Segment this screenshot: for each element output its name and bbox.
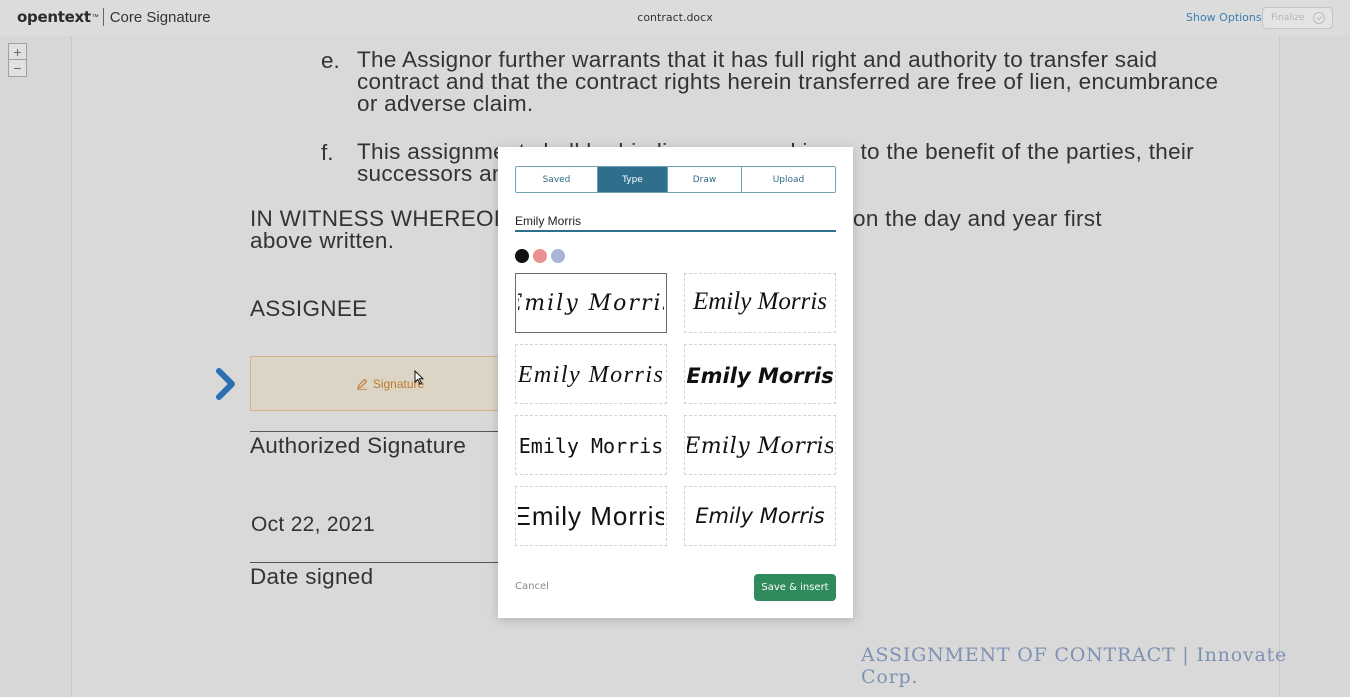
color-swatch-black[interactable] [515, 249, 529, 263]
color-swatch-lavender[interactable] [551, 249, 565, 263]
signature-name-input[interactable] [515, 211, 836, 232]
color-swatches [515, 249, 569, 263]
signature-preview-text: Emily Morris [519, 434, 664, 458]
signature-preview: Emily Morris [519, 434, 664, 458]
cancel-button[interactable]: Cancel [515, 581, 549, 592]
signature-preview-text: Emily Morris [518, 362, 664, 388]
save-insert-button[interactable]: Save & insert [754, 574, 836, 601]
signature-preview-text: Emily Morris [518, 291, 664, 316]
signature-option[interactable]: Emily Morris [515, 415, 667, 475]
signature-option[interactable]: Emily Morris [684, 344, 836, 404]
tab-saved[interactable]: Saved [516, 167, 598, 192]
tab-type[interactable]: Type [598, 167, 668, 192]
signature-preview: Emily Morris [518, 362, 664, 388]
signature-option[interactable]: Emily Morris [684, 486, 836, 546]
signature-option[interactable]: Emily Morris [515, 486, 667, 546]
signature-preview-text: Emily Morris [518, 501, 664, 531]
tab-draw[interactable]: Draw [668, 167, 742, 192]
signature-preview-text: Emily Morris [695, 504, 825, 528]
signature-option[interactable]: Emily Morris [684, 415, 836, 475]
signature-preview-text: Emily Morris [687, 434, 833, 459]
tab-upload[interactable]: Upload [742, 167, 835, 192]
signature-preview: Emily Morris [687, 364, 833, 388]
signature-tabs: Saved Type Draw Upload [515, 166, 836, 193]
signature-preview: Emily Morris [518, 501, 664, 531]
signature-preview: Emily Morris [518, 291, 664, 316]
signature-preview: Emily Morris [692, 288, 827, 315]
signature-preview-text: Emily Morris [692, 288, 827, 315]
signature-option[interactable]: Emily Morris [515, 344, 667, 404]
signature-option[interactable]: Emily Morris [515, 273, 667, 333]
signature-option[interactable]: Emily Morris [684, 273, 836, 333]
signature-preview-text: Emily Morris [687, 364, 833, 388]
signature-dialog: Saved Type Draw Upload Emily Morris Emil… [498, 147, 853, 618]
signature-preview: Emily Morris [695, 504, 825, 528]
signature-preview: Emily Morris [687, 434, 833, 459]
color-swatch-pink[interactable] [533, 249, 547, 263]
modal-overlay: Saved Type Draw Upload Emily Morris Emil… [0, 0, 1350, 697]
mouse-cursor-icon [414, 370, 424, 385]
